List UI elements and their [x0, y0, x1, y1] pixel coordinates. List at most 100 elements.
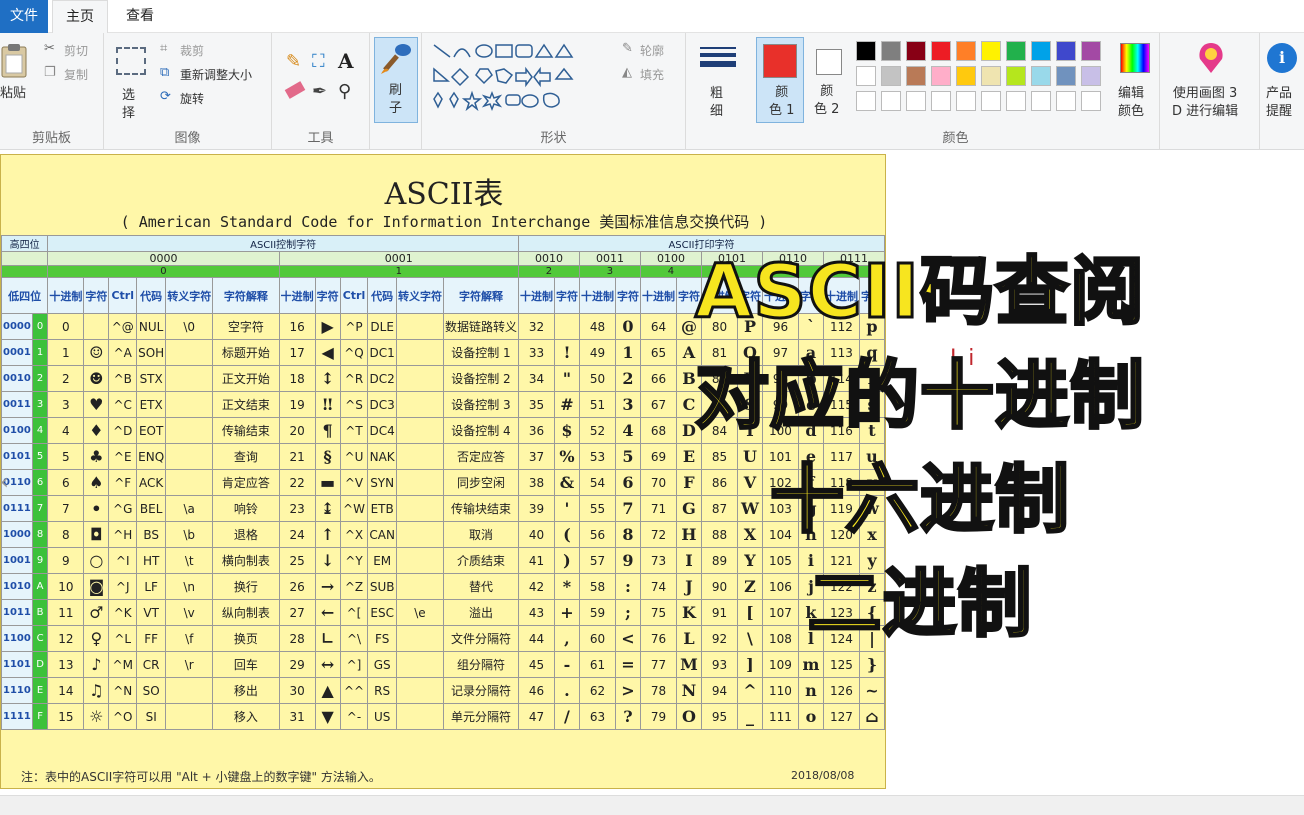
- edit-colors-label: 编辑 颜色: [1118, 86, 1145, 119]
- custom-color-slot[interactable]: [906, 91, 926, 111]
- low-bits-binary: 0010: [1, 365, 33, 392]
- product-alert-group: i 产品 提醒: [1260, 33, 1304, 150]
- ascii-cell: ↨: [314, 495, 341, 522]
- size-button[interactable]: 粗 细: [696, 41, 740, 127]
- ascii-cell: ☻: [83, 365, 110, 392]
- pencil-icon[interactable]: ✎: [286, 51, 301, 72]
- shapes-group-label: 形状: [540, 131, 567, 146]
- column-header: 字符: [553, 277, 580, 314]
- decimal-cell: 126: [822, 677, 860, 704]
- color-swatch[interactable]: [981, 41, 1001, 61]
- color-swatch[interactable]: [1006, 66, 1026, 86]
- chevron-left-icon[interactable]: ‹: [0, 470, 18, 510]
- char-cell: >: [614, 677, 641, 704]
- cut-button[interactable]: ✂ 剪切: [44, 41, 100, 59]
- color-swatch[interactable]: [1006, 41, 1026, 61]
- color-swatch[interactable]: [856, 41, 876, 61]
- edit-colors-button[interactable]: 编辑 颜色: [1114, 39, 1158, 125]
- image-group: 选 择 ⌗ 裁剪 ⧉ 重新调整大小 ⟳ 旋转 图像: [104, 33, 272, 150]
- rotate-button[interactable]: ⟳ 旋转: [160, 89, 260, 107]
- tab-view[interactable]: 查看: [112, 0, 168, 33]
- color-swatch[interactable]: [956, 66, 976, 86]
- ascii-cell: 22: [278, 469, 316, 496]
- custom-color-slot[interactable]: [931, 91, 951, 111]
- magnifier-icon[interactable]: ⚲: [338, 81, 351, 102]
- color-swatch[interactable]: [906, 41, 926, 61]
- crop-button[interactable]: ⌗ 裁剪: [160, 41, 260, 59]
- char-cell: (: [553, 521, 580, 548]
- ascii-cell: 28: [278, 625, 316, 652]
- color-swatch[interactable]: [1081, 66, 1101, 86]
- column-header: 字符: [614, 277, 641, 314]
- eraser-icon[interactable]: [284, 81, 306, 99]
- custom-color-slot[interactable]: [856, 91, 876, 111]
- custom-color-slot[interactable]: [1006, 91, 1026, 111]
- color-swatch[interactable]: [956, 41, 976, 61]
- color1-button[interactable]: 颜 色 1: [756, 37, 804, 123]
- decimal-cell: 40: [517, 521, 555, 548]
- ascii-cell: \f: [165, 625, 214, 652]
- custom-color-slot[interactable]: [1031, 91, 1051, 111]
- color-swatch[interactable]: [931, 41, 951, 61]
- char-cell: !: [553, 339, 580, 366]
- low-bits-binary: 1110: [1, 677, 33, 704]
- decimal-cell: 53: [578, 443, 616, 470]
- crop-label: 裁剪: [180, 44, 205, 58]
- color-swatch[interactable]: [1081, 41, 1101, 61]
- char-cell: -: [553, 651, 580, 678]
- color-swatch[interactable]: [1056, 66, 1076, 86]
- rotate-label: 旋转: [180, 92, 205, 106]
- decimal-cell: 36: [517, 417, 555, 444]
- char-cell: 6: [614, 469, 641, 496]
- color-swatch[interactable]: [881, 66, 901, 86]
- color-swatch[interactable]: [1031, 66, 1051, 86]
- custom-color-slot[interactable]: [1056, 91, 1076, 111]
- outline-button[interactable]: ✎ 轮廓: [622, 41, 686, 59]
- custom-color-slot[interactable]: [956, 91, 976, 111]
- decimal-cell: 38: [517, 469, 555, 496]
- copy-button[interactable]: ❐ 复制: [44, 65, 100, 83]
- color-swatch[interactable]: [881, 41, 901, 61]
- custom-color-slot[interactable]: [981, 91, 1001, 111]
- color-swatch[interactable]: [981, 66, 1001, 86]
- resize-button[interactable]: ⧉ 重新调整大小: [160, 65, 270, 83]
- ascii-cell: SO: [136, 677, 167, 704]
- ascii-cell: RS: [367, 677, 397, 704]
- brush-button[interactable]: 刷 子: [374, 37, 418, 123]
- paint3d-button[interactable]: 使用画图 3 D 进行编辑: [1168, 39, 1254, 125]
- text-tool-icon[interactable]: A: [338, 49, 354, 73]
- color-swatch[interactable]: [856, 66, 876, 86]
- ascii-cell: [395, 313, 444, 340]
- paste-button[interactable]: 粘贴: [0, 39, 36, 119]
- low-bits-binary: 0000: [1, 313, 33, 340]
- color-swatch[interactable]: [906, 66, 926, 86]
- fill-button[interactable]: ◭ 填充: [622, 65, 686, 83]
- fill-bucket-icon[interactable]: ⛶: [312, 51, 325, 72]
- ascii-cell: ETB: [367, 495, 397, 522]
- ascii-cell: [165, 365, 214, 392]
- char-description: 取消: [442, 521, 519, 548]
- char-cell: :: [614, 573, 641, 600]
- color-palette: [856, 41, 1112, 111]
- color-swatch[interactable]: [1056, 41, 1076, 61]
- select-button[interactable]: 选 择: [112, 41, 152, 121]
- ascii-cell: [395, 495, 444, 522]
- ascii-cell: ETX: [136, 391, 167, 418]
- ascii-cell: [395, 339, 444, 366]
- tab-home[interactable]: 主页: [52, 0, 108, 33]
- tab-file[interactable]: 文件: [0, 0, 48, 33]
- custom-color-slot[interactable]: [881, 91, 901, 111]
- low-bits-hex: E: [31, 677, 49, 704]
- product-alert-button[interactable]: i 产品 提醒: [1262, 39, 1302, 125]
- color-swatch[interactable]: [931, 66, 951, 86]
- custom-color-slot[interactable]: [1081, 91, 1101, 111]
- ascii-cell: US: [367, 703, 397, 730]
- ascii-cell: NAK: [367, 443, 397, 470]
- color2-button[interactable]: 颜 色 2: [808, 37, 848, 123]
- color-picker-icon[interactable]: ✒: [312, 81, 327, 102]
- shapes-gallery[interactable]: [432, 41, 612, 113]
- decimal-cell: 58: [578, 573, 616, 600]
- color-swatch[interactable]: [1031, 41, 1051, 61]
- ascii-cell: ESC: [367, 599, 397, 626]
- ascii-cell: ▬: [314, 469, 341, 496]
